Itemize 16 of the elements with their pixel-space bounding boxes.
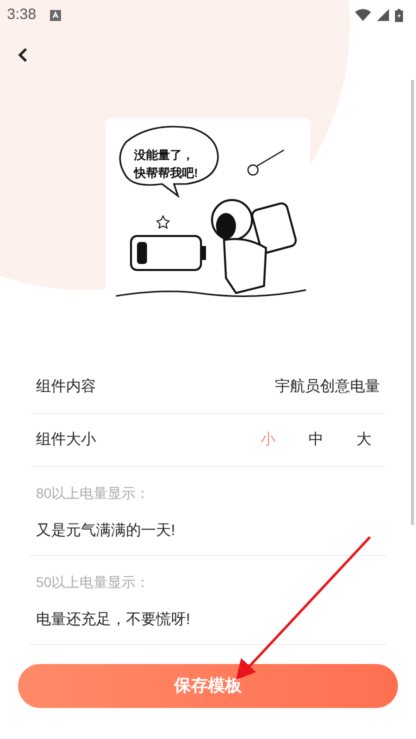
speech-bubble-text: 没能量了， [134,147,195,164]
signal-icon [377,9,389,21]
battery-icon [395,8,403,22]
size-option[interactable]: 中 [292,428,340,452]
speech-bubble-text: 快帮帮我吧! [134,165,199,182]
status-time: 3:38 [7,4,36,25]
size-option[interactable]: 大 [340,428,388,452]
wifi-icon [355,9,371,21]
message-label: 80以上电量显示： [36,484,151,504]
content-value: 宇航员创意电量 [275,377,380,398]
keyboard-notification-icon [50,10,62,20]
message-input[interactable]: 又是元气满满的一天! [36,520,380,543]
message-input[interactable]: 电量还充足，不要慌呀! [36,609,380,632]
content-label: 组件内容 [36,377,96,398]
message-label: 50以上电量显示： [36,573,151,592]
size-label: 组件大小 [36,430,96,450]
